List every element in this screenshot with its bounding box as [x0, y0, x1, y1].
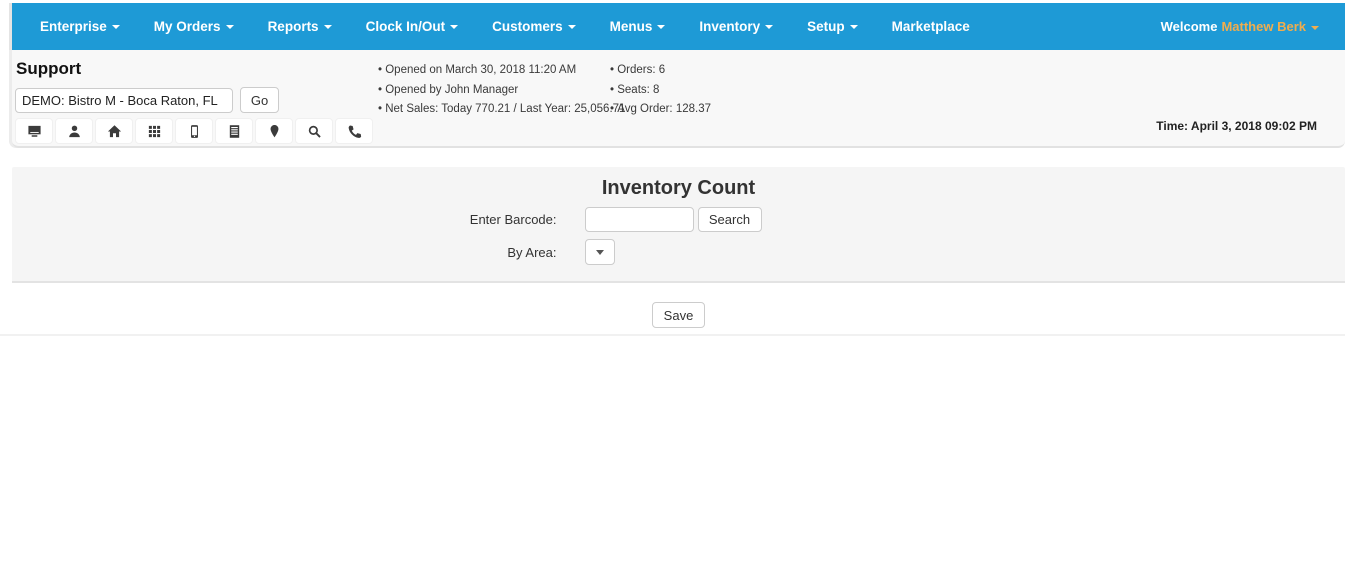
grid-icon[interactable]: [135, 118, 173, 144]
chevron-down-icon: [1311, 25, 1319, 30]
chevron-down-icon: [323, 24, 332, 29]
nav-item-label: Customers: [492, 19, 563, 34]
user-menu[interactable]: Welcome Matthew Berk: [1161, 19, 1345, 34]
location-row: Go: [15, 87, 378, 113]
search-icon[interactable]: [295, 118, 333, 144]
stat-seats: Seats: 8: [610, 81, 790, 101]
chevron-down-icon: [450, 24, 459, 29]
quick-icons-toolbar: [15, 118, 378, 144]
nav-item-menus[interactable]: Menus: [593, 3, 683, 50]
user-icon[interactable]: [55, 118, 93, 144]
area-row: By Area:: [329, 239, 1029, 265]
barcode-label: Enter Barcode:: [469, 212, 557, 227]
desktop-icon[interactable]: [15, 118, 53, 144]
search-button[interactable]: Search: [697, 207, 762, 232]
session-stats: Opened on March 30, 2018 11:20 AM Opened…: [378, 57, 790, 146]
location-input[interactable]: [15, 87, 233, 113]
chevron-down-icon: [849, 24, 858, 29]
session-stats-left: Opened on March 30, 2018 11:20 AM Opened…: [378, 61, 625, 146]
nav-item-label: Inventory: [699, 19, 761, 34]
nav-item-label: Setup: [807, 19, 845, 34]
current-time: Time: April 3, 2018 09:02 PM: [1156, 119, 1317, 133]
go-button[interactable]: Go: [240, 87, 279, 113]
user-name: Matthew Berk: [1221, 19, 1306, 34]
nav-item-marketplace[interactable]: Marketplace: [875, 3, 987, 50]
support-header: Support Go: [12, 50, 1345, 148]
nav-item-clock-in-out[interactable]: Clock In/Out: [349, 3, 476, 50]
top-navbar: Enterprise My Orders Reports Clock In/Ou…: [12, 3, 1345, 50]
nav-item-enterprise[interactable]: Enterprise: [23, 3, 137, 50]
chevron-down-icon: [111, 24, 120, 29]
barcode-row: Enter Barcode: Search: [329, 207, 1029, 232]
nav-item-reports[interactable]: Reports: [251, 3, 349, 50]
nav-item-customers[interactable]: Customers: [475, 3, 593, 50]
area-select[interactable]: [584, 239, 615, 265]
nav-item-label: Marketplace: [891, 19, 970, 34]
mobile-icon[interactable]: [175, 118, 213, 144]
home-icon[interactable]: [95, 118, 133, 144]
stat-orders: Orders: 6: [610, 61, 790, 81]
nav-item-inventory[interactable]: Inventory: [682, 3, 790, 50]
page-title: Support: [16, 59, 82, 78]
list-icon[interactable]: [215, 118, 253, 144]
chevron-down-icon: [567, 24, 576, 29]
nav-item-label: Enterprise: [40, 19, 107, 34]
chevron-down-icon: [595, 249, 604, 255]
save-area: Save: [12, 302, 1345, 328]
phone-icon[interactable]: [335, 118, 373, 144]
nav-item-my-orders[interactable]: My Orders: [137, 3, 251, 50]
inventory-count-panel: Inventory Count Enter Barcode: Search By…: [12, 167, 1345, 283]
nav-item-label: Menus: [609, 19, 653, 34]
stat-opened-on: Opened on March 30, 2018 11:20 AM: [378, 61, 610, 81]
barcode-controls: Search: [584, 207, 762, 232]
map-marker-icon[interactable]: [255, 118, 293, 144]
chevron-down-icon: [657, 24, 666, 29]
page: Enterprise My Orders Reports Clock In/Ou…: [0, 3, 1345, 336]
nav-item-label: Clock In/Out: [365, 19, 446, 34]
barcode-input[interactable]: [584, 207, 694, 232]
area-controls: [584, 239, 615, 265]
session-stats-right: Orders: 6 Seats: 8 Avg Order: 128.37: [610, 61, 790, 146]
welcome-label: Welcome: [1160, 19, 1218, 34]
stat-opened-by: Opened by John Manager: [378, 81, 610, 101]
inventory-count-form: Enter Barcode: Search By Area:: [329, 207, 1029, 265]
support-header-left: Support Go: [12, 57, 378, 146]
bottom-divider: [0, 334, 1345, 336]
chevron-down-icon: [765, 24, 774, 29]
section-title: Inventory Count: [601, 177, 756, 199]
nav-item-label: Reports: [267, 19, 319, 34]
stat-net-sales: Net Sales: Today 770.21 / Last Year: 25,…: [378, 100, 625, 120]
nav-items: Enterprise My Orders Reports Clock In/Ou…: [12, 3, 987, 50]
stat-avg-order: Avg Order: 128.37: [610, 100, 790, 120]
nav-item-setup[interactable]: Setup: [790, 3, 875, 50]
nav-item-label: My Orders: [153, 19, 221, 34]
area-label: By Area:: [507, 244, 557, 260]
save-button[interactable]: Save: [652, 302, 705, 328]
chevron-down-icon: [225, 24, 234, 29]
